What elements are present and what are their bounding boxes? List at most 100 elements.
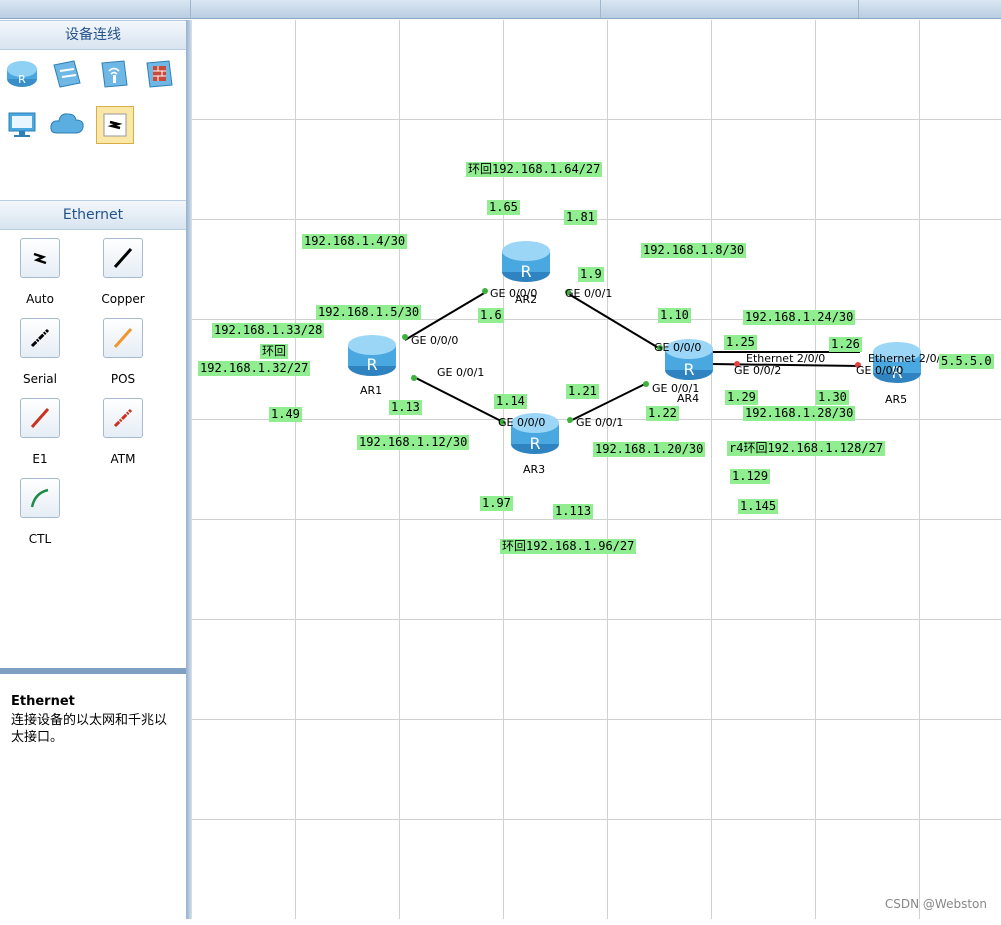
note-label[interactable]: 1.81 <box>564 210 597 225</box>
cable-label: E1 <box>32 452 48 466</box>
watermark: CSDN @Webston <box>884 897 987 911</box>
note-label[interactable]: 1.65 <box>487 200 520 215</box>
switch-icon[interactable] <box>49 56 85 92</box>
port-dot <box>643 381 649 387</box>
link-ar1-ar3 <box>411 375 506 424</box>
device-name-ar1: AR1 <box>360 384 383 397</box>
cloud-icon[interactable] <box>49 106 85 142</box>
topology-canvas[interactable]: R R R R R AR1 AR2 AR3 AR4 AR5 GE 0/0/0 G… <box>192 20 1001 919</box>
port-dot <box>482 288 488 294</box>
note-label[interactable]: 1.29 <box>725 390 758 405</box>
port-label: GE 0/0/2 <box>734 364 782 377</box>
port-label: GE 0/0/0 <box>411 334 459 347</box>
port-dot <box>567 417 573 423</box>
port-label: GE 0/0/1 <box>576 416 624 429</box>
note-label[interactable]: 192.168.1.24/30 <box>743 310 856 325</box>
note-label[interactable]: 5.5.5.0 <box>939 354 994 369</box>
wireless-icon[interactable] <box>96 56 132 92</box>
port-label: GE 0/0/1 <box>565 287 613 300</box>
note-label[interactable]: 1.49 <box>269 407 302 422</box>
toolbar-segment <box>0 0 191 18</box>
link-ar2-ar4 <box>566 292 663 351</box>
cable-atm[interactable]: ATM <box>83 398 163 466</box>
cable-label: CTL <box>28 532 52 546</box>
toolbar-segment <box>190 0 601 18</box>
note-label[interactable]: 1.21 <box>566 384 599 399</box>
note-label[interactable]: 1.10 <box>658 308 691 323</box>
cable-pos[interactable]: POS <box>83 318 163 386</box>
note-label[interactable]: 1.113 <box>553 504 594 519</box>
note-label[interactable]: 1.30 <box>816 390 849 405</box>
port-label: GE 0/0/0 <box>490 287 538 300</box>
cable-label: Copper <box>101 292 145 306</box>
svg-text:R: R <box>366 355 377 374</box>
note-label[interactable]: 192.168.1.5/30 <box>316 305 422 320</box>
device-name-ar3: AR3 <box>523 463 546 476</box>
serial-cable-icon <box>20 318 60 358</box>
svg-text:R: R <box>520 262 531 281</box>
note-label[interactable]: 环回 <box>260 344 289 359</box>
note-label[interactable]: 1.13 <box>389 400 422 415</box>
note-label[interactable]: 1.97 <box>480 496 513 511</box>
cable-e1[interactable]: E1 <box>0 398 80 466</box>
top-toolbar <box>0 0 1001 19</box>
auto-cable-icon <box>20 238 60 278</box>
ethernet-panel-header: Ethernet <box>0 200 186 230</box>
note-label[interactable]: 1.129 <box>730 469 771 484</box>
port-dot <box>402 334 408 340</box>
router-icon[interactable]: R <box>348 335 396 376</box>
port-label: GE 0/0/1 <box>652 382 700 395</box>
cable-auto[interactable]: Auto <box>0 238 80 306</box>
firewall-icon[interactable] <box>141 56 177 92</box>
note-label[interactable]: 1.26 <box>829 337 862 352</box>
note-label[interactable]: 192.168.1.33/28 <box>212 323 325 338</box>
ctl-cable-icon <box>20 478 60 518</box>
svg-text:R: R <box>18 73 26 86</box>
cable-label: Serial <box>23 372 57 386</box>
note-label[interactable]: 192.168.1.4/30 <box>302 234 408 249</box>
cable-serial[interactable]: Serial <box>0 318 80 386</box>
note-label[interactable]: 1.6 <box>478 308 504 323</box>
svg-text:R: R <box>529 434 540 453</box>
note-label[interactable]: 192.168.1.8/30 <box>641 243 747 258</box>
cable-label: Auto <box>26 292 54 306</box>
cable-label: ATM <box>110 452 136 466</box>
note-label[interactable]: 1.22 <box>646 406 679 421</box>
cable-description-box: Ethernet 连接设备的以太网和千兆以太接口。 <box>0 668 186 925</box>
device-name-ar5: AR5 <box>885 393 908 406</box>
description-title: Ethernet <box>11 694 75 709</box>
cable-ctl[interactable]: CTL <box>0 478 80 546</box>
port-label: GE 0/0/0 <box>654 341 702 354</box>
cable-copper[interactable]: Copper <box>83 238 163 306</box>
note-label[interactable]: 1.14 <box>494 394 527 409</box>
port-label: GE 0/0/0 <box>856 364 904 377</box>
note-label[interactable]: 192.168.1.28/30 <box>743 406 856 421</box>
port-dot <box>411 375 417 381</box>
port-label: GE 0/0/0 <box>498 416 546 429</box>
note-label[interactable]: r4环回192.168.1.128/27 <box>727 441 886 456</box>
atm-cable-icon <box>103 398 143 438</box>
note-label[interactable]: 环回192.168.1.96/27 <box>500 539 637 554</box>
cable-label: POS <box>110 372 136 386</box>
note-label[interactable]: 1.9 <box>578 267 604 282</box>
note-label[interactable]: 环回192.168.1.64/27 <box>466 162 603 177</box>
note-label[interactable]: 1.145 <box>738 499 779 514</box>
copper-cable-icon <box>103 238 143 278</box>
pos-cable-icon <box>103 318 143 358</box>
note-label[interactable]: 192.168.1.32/27 <box>198 361 311 376</box>
description-text: 连接设备的以太网和千兆以太接口。 <box>11 713 168 745</box>
device-panel-header: 设备连线 <box>0 20 186 50</box>
e1-cable-icon <box>20 398 60 438</box>
device-panel: 设备连线 R Ethernet Auto Copper Serial POS E… <box>0 20 187 925</box>
router-icon[interactable]: R <box>4 56 40 92</box>
toolbar-segment <box>600 0 859 18</box>
svg-text:R: R <box>683 360 694 379</box>
pc-icon[interactable] <box>4 106 40 142</box>
topology-links: R R R R R <box>348 241 921 454</box>
router-icon[interactable]: R <box>502 241 550 282</box>
note-label[interactable]: 192.168.1.12/30 <box>357 435 470 450</box>
auto-connect-icon[interactable] <box>96 106 134 144</box>
port-label: GE 0/0/1 <box>437 366 485 379</box>
note-label[interactable]: 1.25 <box>724 335 757 350</box>
note-label[interactable]: 192.168.1.20/30 <box>593 442 706 457</box>
